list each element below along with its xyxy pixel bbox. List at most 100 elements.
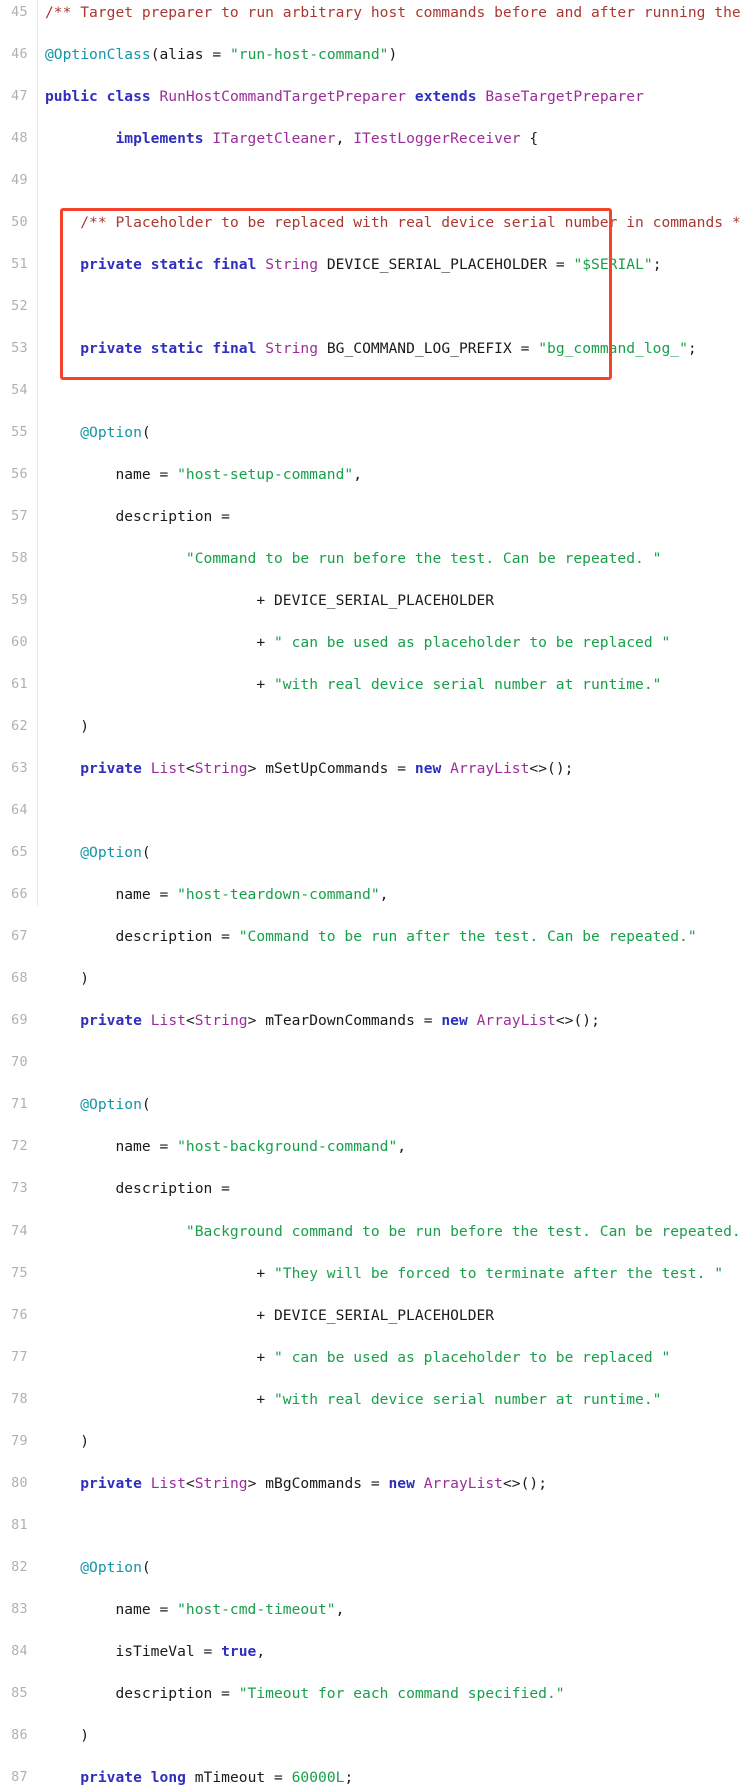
code-line[interactable]: 68 ) bbox=[0, 968, 740, 989]
token-str: "bg_command_log_" bbox=[538, 339, 688, 357]
code-line[interactable]: 76 + DEVICE_SERIAL_PLACEHOLDER bbox=[0, 1305, 740, 1326]
code-line[interactable]: 86 ) bbox=[0, 1725, 740, 1746]
code-line[interactable]: 63 private List<String> mSetUpCommands =… bbox=[0, 758, 740, 779]
token-op: = bbox=[203, 45, 230, 63]
token-kw: private bbox=[80, 760, 142, 778]
code-line[interactable]: 48 implements ITargetCleaner, ITestLogge… bbox=[0, 128, 740, 149]
token-type: ArrayList bbox=[423, 1474, 503, 1492]
code-line-content: private List<String> mSetUpCommands = ne… bbox=[45, 758, 573, 779]
token-pl: > mSetUpCommands = bbox=[247, 760, 415, 778]
code-line[interactable]: 62 ) bbox=[0, 716, 740, 737]
line-number: 45 bbox=[11, 4, 28, 20]
code-line[interactable]: 52 bbox=[0, 296, 740, 317]
code-line[interactable]: 56 name = "host-setup-command", bbox=[0, 464, 740, 485]
code-line[interactable]: 83 name = "host-cmd-timeout", bbox=[0, 1599, 740, 1620]
code-line[interactable]: 54 bbox=[0, 380, 740, 401]
line-number: 79 bbox=[11, 1433, 28, 1449]
token-kw: static bbox=[150, 339, 204, 357]
code-line[interactable]: 77 + " can be used as placeholder to be … bbox=[0, 1347, 740, 1368]
code-line[interactable]: 55 @Option( bbox=[0, 422, 740, 443]
code-line-content: private long mTimeout = 60000L; bbox=[45, 1767, 353, 1788]
token-type: ArrayList bbox=[450, 760, 530, 778]
token-pl: name = bbox=[45, 465, 178, 483]
token-pl: name = bbox=[45, 1138, 178, 1156]
line-number: 76 bbox=[11, 1307, 28, 1323]
code-line-content: @OptionClass(alias = "run-host-command") bbox=[45, 44, 397, 65]
code-line[interactable]: 72 name = "host-background-command", bbox=[0, 1136, 740, 1157]
token-type: List bbox=[150, 1012, 186, 1030]
line-number: 46 bbox=[11, 46, 28, 62]
code-line-content: + DEVICE_SERIAL_PLACEHOLDER bbox=[45, 1305, 494, 1326]
line-number: 66 bbox=[11, 887, 28, 903]
token-str: "with real device serial number at runti… bbox=[273, 676, 662, 694]
code-line-content: @Option( bbox=[45, 422, 151, 443]
code-line[interactable]: 65 @Option( bbox=[0, 842, 740, 863]
token-str: " can be used as placeholder to be repla… bbox=[273, 1348, 671, 1366]
code-line[interactable]: 73 description = bbox=[0, 1178, 740, 1199]
line-number: 48 bbox=[11, 130, 28, 146]
code-line[interactable]: 84 isTimeVal = true, bbox=[0, 1641, 740, 1662]
token-pl: > mTearDownCommands = bbox=[247, 1012, 442, 1030]
code-line[interactable]: 57 description = bbox=[0, 506, 740, 527]
code-line[interactable]: 75 + "They will be forced to terminate a… bbox=[0, 1263, 740, 1284]
token-pl: ( bbox=[141, 423, 151, 441]
code-line[interactable]: 61 + "with real device serial number at … bbox=[0, 674, 740, 695]
code-line[interactable]: 64 bbox=[0, 800, 740, 821]
line-number: 57 bbox=[11, 508, 28, 524]
code-line[interactable]: 49 bbox=[0, 170, 740, 191]
token-str: "host-cmd-timeout" bbox=[177, 1600, 336, 1618]
token-pl: + DEVICE_SERIAL_PLACEHOLDER bbox=[45, 591, 495, 609]
token-str: "host-setup-command" bbox=[177, 465, 354, 483]
token-kw: private bbox=[80, 1768, 142, 1786]
code-line[interactable]: 58 "Command to be run before the test. C… bbox=[0, 548, 740, 569]
code-line[interactable]: 66 name = "host-teardown-command", bbox=[0, 884, 740, 905]
line-number: 87 bbox=[11, 1769, 28, 1785]
code-line[interactable]: 53 private static final String BG_COMMAN… bbox=[0, 338, 740, 359]
token-pl: ( bbox=[150, 45, 160, 63]
code-line[interactable]: 45 /** Target preparer to run arbitrary h… bbox=[0, 2, 740, 23]
code-line[interactable]: 85 description = "Timeout for each comma… bbox=[0, 1683, 740, 1704]
code-line-content: private static final String DEVICE_SERIA… bbox=[45, 254, 662, 275]
code-line-content: description = bbox=[45, 506, 230, 527]
code-line[interactable]: 50 /** Placeholder to be replaced with r… bbox=[0, 212, 740, 233]
token-pl: + bbox=[45, 1264, 274, 1282]
token-pl: , bbox=[256, 1642, 266, 1660]
line-number: 80 bbox=[11, 1475, 28, 1491]
token-pl: ; bbox=[652, 255, 662, 273]
code-line[interactable]: 71 @Option( bbox=[0, 1094, 740, 1115]
code-line[interactable]: 82 @Option( bbox=[0, 1557, 740, 1578]
code-line[interactable]: 51 private static final String DEVICE_SE… bbox=[0, 254, 740, 275]
code-line[interactable]: 60 + " can be used as placeholder to be … bbox=[0, 632, 740, 653]
code-line[interactable]: 80 private List<String> mBgCommands = ne… bbox=[0, 1473, 740, 1494]
line-number: 49 bbox=[11, 172, 28, 188]
code-line[interactable]: 74 "Background command to be run before … bbox=[0, 1221, 740, 1242]
token-str: "Background command to be run before the… bbox=[185, 1222, 740, 1240]
token-pl: <>(); bbox=[529, 760, 574, 778]
token-ann: @Option bbox=[80, 844, 142, 862]
line-number: 54 bbox=[11, 382, 28, 398]
token-str: "with real device serial number at runti… bbox=[273, 1390, 662, 1408]
code-line[interactable]: 87 private long mTimeout = 60000L; bbox=[0, 1767, 740, 1788]
code-line[interactable]: 79 ) bbox=[0, 1431, 740, 1452]
code-viewer[interactable]: 45 /** Target preparer to run arbitrary h… bbox=[0, 0, 740, 1786]
token-num: 60000L bbox=[291, 1768, 345, 1786]
token-pl: , bbox=[397, 1138, 407, 1156]
code-line[interactable]: 81 bbox=[0, 1515, 740, 1536]
code-line-content: + "They will be forced to terminate afte… bbox=[45, 1263, 723, 1284]
token-pl: <>(); bbox=[555, 1012, 600, 1030]
code-line[interactable]: 46 @OptionClass(alias = "run-host-command… bbox=[0, 44, 740, 65]
token-kw: implements bbox=[115, 129, 204, 147]
code-line[interactable]: 67 description = "Command to be run afte… bbox=[0, 926, 740, 947]
code-line[interactable]: 59 + DEVICE_SERIAL_PLACEHOLDER bbox=[0, 590, 740, 611]
code-line[interactable]: 78 + "with real device serial number at … bbox=[0, 1389, 740, 1410]
code-line[interactable]: 69 private List<String> mTearDownCommand… bbox=[0, 1010, 740, 1031]
line-number: 78 bbox=[11, 1391, 28, 1407]
code-line[interactable]: 47 public class RunHostCommandTargetPrepa… bbox=[0, 86, 740, 107]
code-line[interactable]: 70 bbox=[0, 1052, 740, 1073]
